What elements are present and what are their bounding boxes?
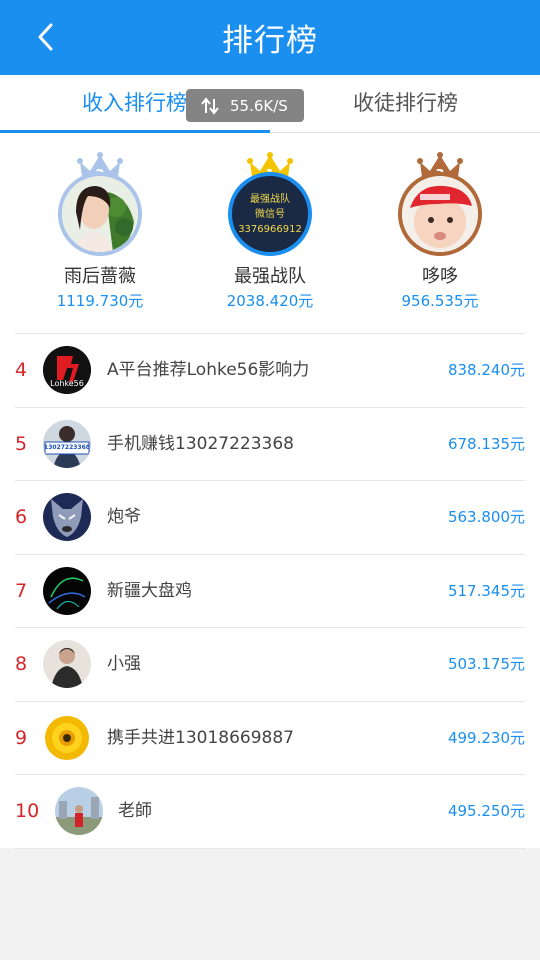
list-item[interactable]: 4 Lohke56 A平台推荐Lohke56影响力 838.240元 bbox=[15, 334, 525, 408]
income-amount: 503.175元 bbox=[447, 655, 525, 673]
ranking-panel: 收入排行榜 收徒排行榜 55.6K/S 2 bbox=[0, 75, 540, 849]
income-amount: 838.240元 bbox=[447, 361, 525, 379]
tab-bar: 收入排行榜 收徒排行榜 55.6K/S bbox=[0, 75, 540, 133]
rank-number: 7 bbox=[15, 579, 28, 602]
income-amount: 678.135元 bbox=[447, 434, 525, 453]
list-item[interactable]: 6 炮爷 563.800元 bbox=[15, 481, 525, 555]
tab-income-ranking[interactable]: 收入排行榜 bbox=[82, 87, 187, 117]
transfer-arrows-icon bbox=[201, 96, 219, 115]
rank-number: 5 bbox=[15, 432, 28, 455]
podium-name: 雨后蔷薇 bbox=[64, 266, 136, 287]
rank-number: 4 bbox=[15, 359, 28, 381]
rank-number: 8 bbox=[15, 653, 28, 675]
avatar-text: 最强战队 bbox=[250, 193, 290, 205]
income-amount: 563.800元 bbox=[447, 508, 525, 526]
network-speed-overlay: 55.6K/S bbox=[186, 89, 304, 122]
user-name: 新疆大盘鸡 bbox=[107, 580, 192, 601]
podium-first[interactable]: 1 最强战队 微信号 3376966912 最强战队 2038.420元 bbox=[185, 152, 355, 311]
page-title: 排行榜 bbox=[222, 23, 318, 59]
user-name: A平台推荐Lohke56影响力 bbox=[107, 360, 310, 380]
ranking-list: 4 Lohke56 A平台推荐Lohke56影响力 838.240元 5 130… bbox=[15, 333, 525, 849]
income-amount: 517.345元 bbox=[447, 581, 525, 600]
tab-apprentice-ranking[interactable]: 收徒排行榜 bbox=[353, 87, 458, 117]
user-name: 炮爷 bbox=[107, 507, 141, 527]
network-speed-text: 55.6K/S bbox=[230, 96, 288, 115]
avatar-text: Lohke56 bbox=[50, 379, 84, 388]
user-name: 携手共进13018669887 bbox=[107, 727, 294, 748]
rank-number: 10 bbox=[15, 800, 40, 822]
podium-name: 哆哆 bbox=[422, 266, 458, 287]
podium-third[interactable]: 3 哆哆 956.535元 bbox=[355, 152, 525, 311]
list-item[interactable]: 9 携手共进13018669887 499.230元 bbox=[15, 702, 525, 775]
avatar-text: 13027223368 bbox=[44, 443, 90, 451]
podium-amount: 2038.420元 bbox=[226, 292, 314, 310]
avatar: Lohke56 bbox=[43, 346, 91, 394]
avatar: 最强战队 微信号 3376966912 bbox=[228, 172, 312, 256]
avatar: 13027223368 bbox=[43, 419, 91, 468]
avatar bbox=[43, 566, 91, 615]
podium-second[interactable]: 2 雨后蔷薇 1119.730元 bbox=[15, 152, 185, 311]
active-tab-indicator bbox=[0, 130, 270, 133]
avatar bbox=[43, 493, 91, 541]
list-item[interactable]: 10 老師 495.250元 bbox=[15, 775, 525, 849]
chevron-left-icon bbox=[38, 23, 53, 51]
user-name: 老師 bbox=[118, 801, 152, 821]
podium-name: 最强战队 bbox=[234, 266, 306, 287]
avatar bbox=[58, 172, 142, 256]
back-button[interactable] bbox=[30, 20, 60, 54]
avatar-text: 3376966912 bbox=[238, 223, 302, 235]
income-amount: 495.250元 bbox=[447, 802, 525, 820]
avatar bbox=[43, 713, 91, 762]
list-item[interactable]: 8 小强 503.175元 bbox=[15, 628, 525, 702]
avatar bbox=[55, 787, 103, 835]
list-item[interactable]: 5 13027223368 手机赚钱13027223368 678.135元 bbox=[15, 408, 525, 481]
avatar bbox=[43, 640, 91, 688]
user-name: 手机赚钱13027223368 bbox=[107, 433, 294, 454]
user-name: 小强 bbox=[107, 654, 141, 674]
income-amount: 499.230元 bbox=[447, 728, 525, 747]
podium-amount: 956.535元 bbox=[401, 292, 479, 310]
avatar bbox=[398, 172, 482, 256]
list-item[interactable]: 7 新疆大盘鸡 517.345元 bbox=[15, 555, 525, 628]
rank-number: 6 bbox=[15, 506, 28, 528]
avatar-text: 微信号 bbox=[255, 208, 285, 220]
app-header: 排行榜 bbox=[0, 0, 540, 75]
rank-number: 9 bbox=[15, 726, 28, 749]
podium-amount: 1119.730元 bbox=[56, 292, 144, 310]
